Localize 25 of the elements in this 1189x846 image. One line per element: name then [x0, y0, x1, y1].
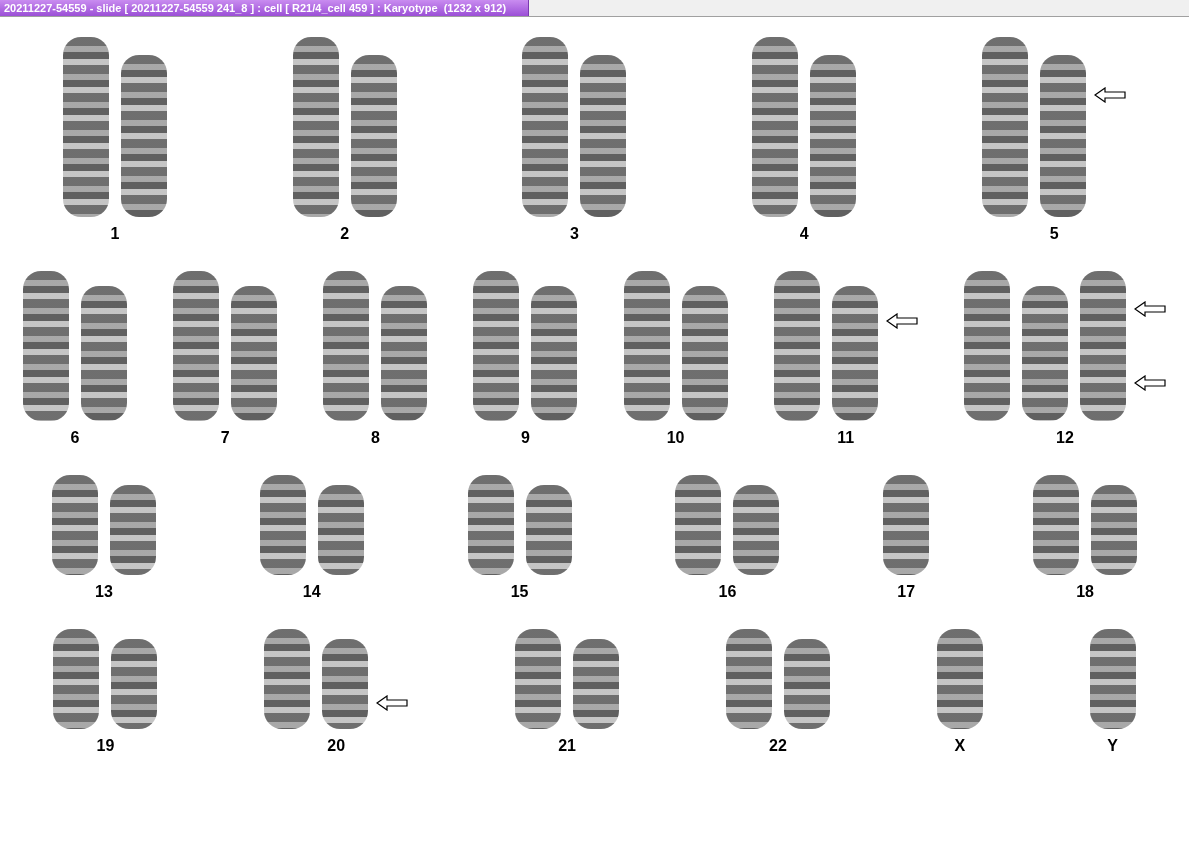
- chromosome-number: 15: [510, 583, 529, 601]
- chromosome-number: 7: [220, 429, 230, 447]
- chromosome-number: 21: [558, 737, 576, 755]
- chromosome-number: 5: [1049, 225, 1059, 243]
- chromosome-number: 2: [340, 225, 350, 243]
- chromosome-number: 8: [370, 429, 380, 447]
- chromosome-number: X: [954, 737, 966, 755]
- chromosome-number: Y: [1107, 737, 1118, 755]
- chromosome-number: 17: [897, 583, 916, 601]
- chromosome-number: 19: [96, 737, 115, 755]
- chromosome-number: 3: [570, 225, 579, 243]
- chromosome-number: 9: [521, 429, 530, 447]
- chromosome-number: 1: [110, 225, 120, 243]
- chromosome-number: 6: [70, 429, 80, 447]
- chromosome-number: 22: [769, 737, 787, 755]
- chromosome-number: 10: [666, 429, 685, 447]
- chromosome-number: 4: [799, 225, 809, 243]
- chromosome-number: 14: [302, 583, 321, 601]
- chromosome-number: 16: [718, 583, 737, 601]
- chromosome-number: 12: [1056, 429, 1074, 447]
- chromosome-number: 11: [837, 429, 855, 447]
- chromosome-number: 18: [1076, 583, 1094, 601]
- chromosome-number: 20: [327, 737, 346, 755]
- window-title: 20211227-54559 - slide [ 20211227-54559 241_8 ] : cell [ R21/4_cell 459 ] : Karyotype (1232 x 912): [0, 0, 530, 16]
- chromosome-number: 13: [95, 583, 113, 601]
